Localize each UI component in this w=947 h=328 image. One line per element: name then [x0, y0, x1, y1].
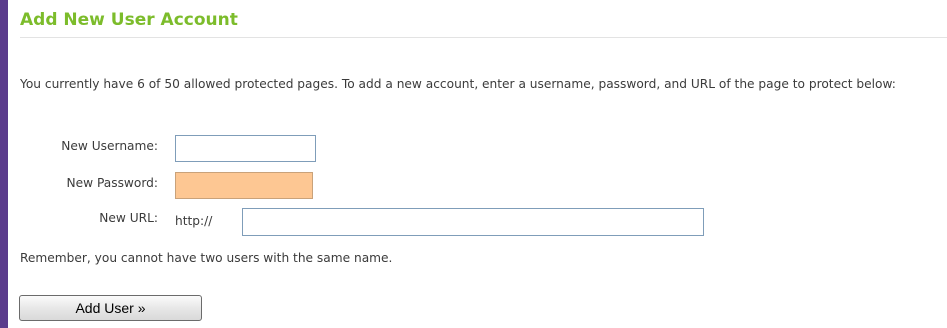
page-title: Add New User Account — [20, 10, 238, 30]
password-input[interactable] — [175, 172, 313, 199]
username-input[interactable] — [175, 135, 316, 162]
add-user-button[interactable]: Add User » — [19, 295, 202, 321]
password-label: New Password: — [66, 176, 159, 190]
duplicate-user-note: Remember, you cannot have two users with… — [20, 251, 393, 265]
url-prefix: http:// — [175, 214, 213, 228]
username-label: New Username: — [61, 139, 158, 153]
intro-text: You currently have 6 of 50 allowed prote… — [20, 77, 896, 91]
content-panel: Add New User Account You currently have … — [8, 0, 947, 328]
url-label: New URL: — [99, 211, 158, 225]
title-divider — [20, 37, 947, 38]
url-input[interactable] — [242, 208, 704, 236]
